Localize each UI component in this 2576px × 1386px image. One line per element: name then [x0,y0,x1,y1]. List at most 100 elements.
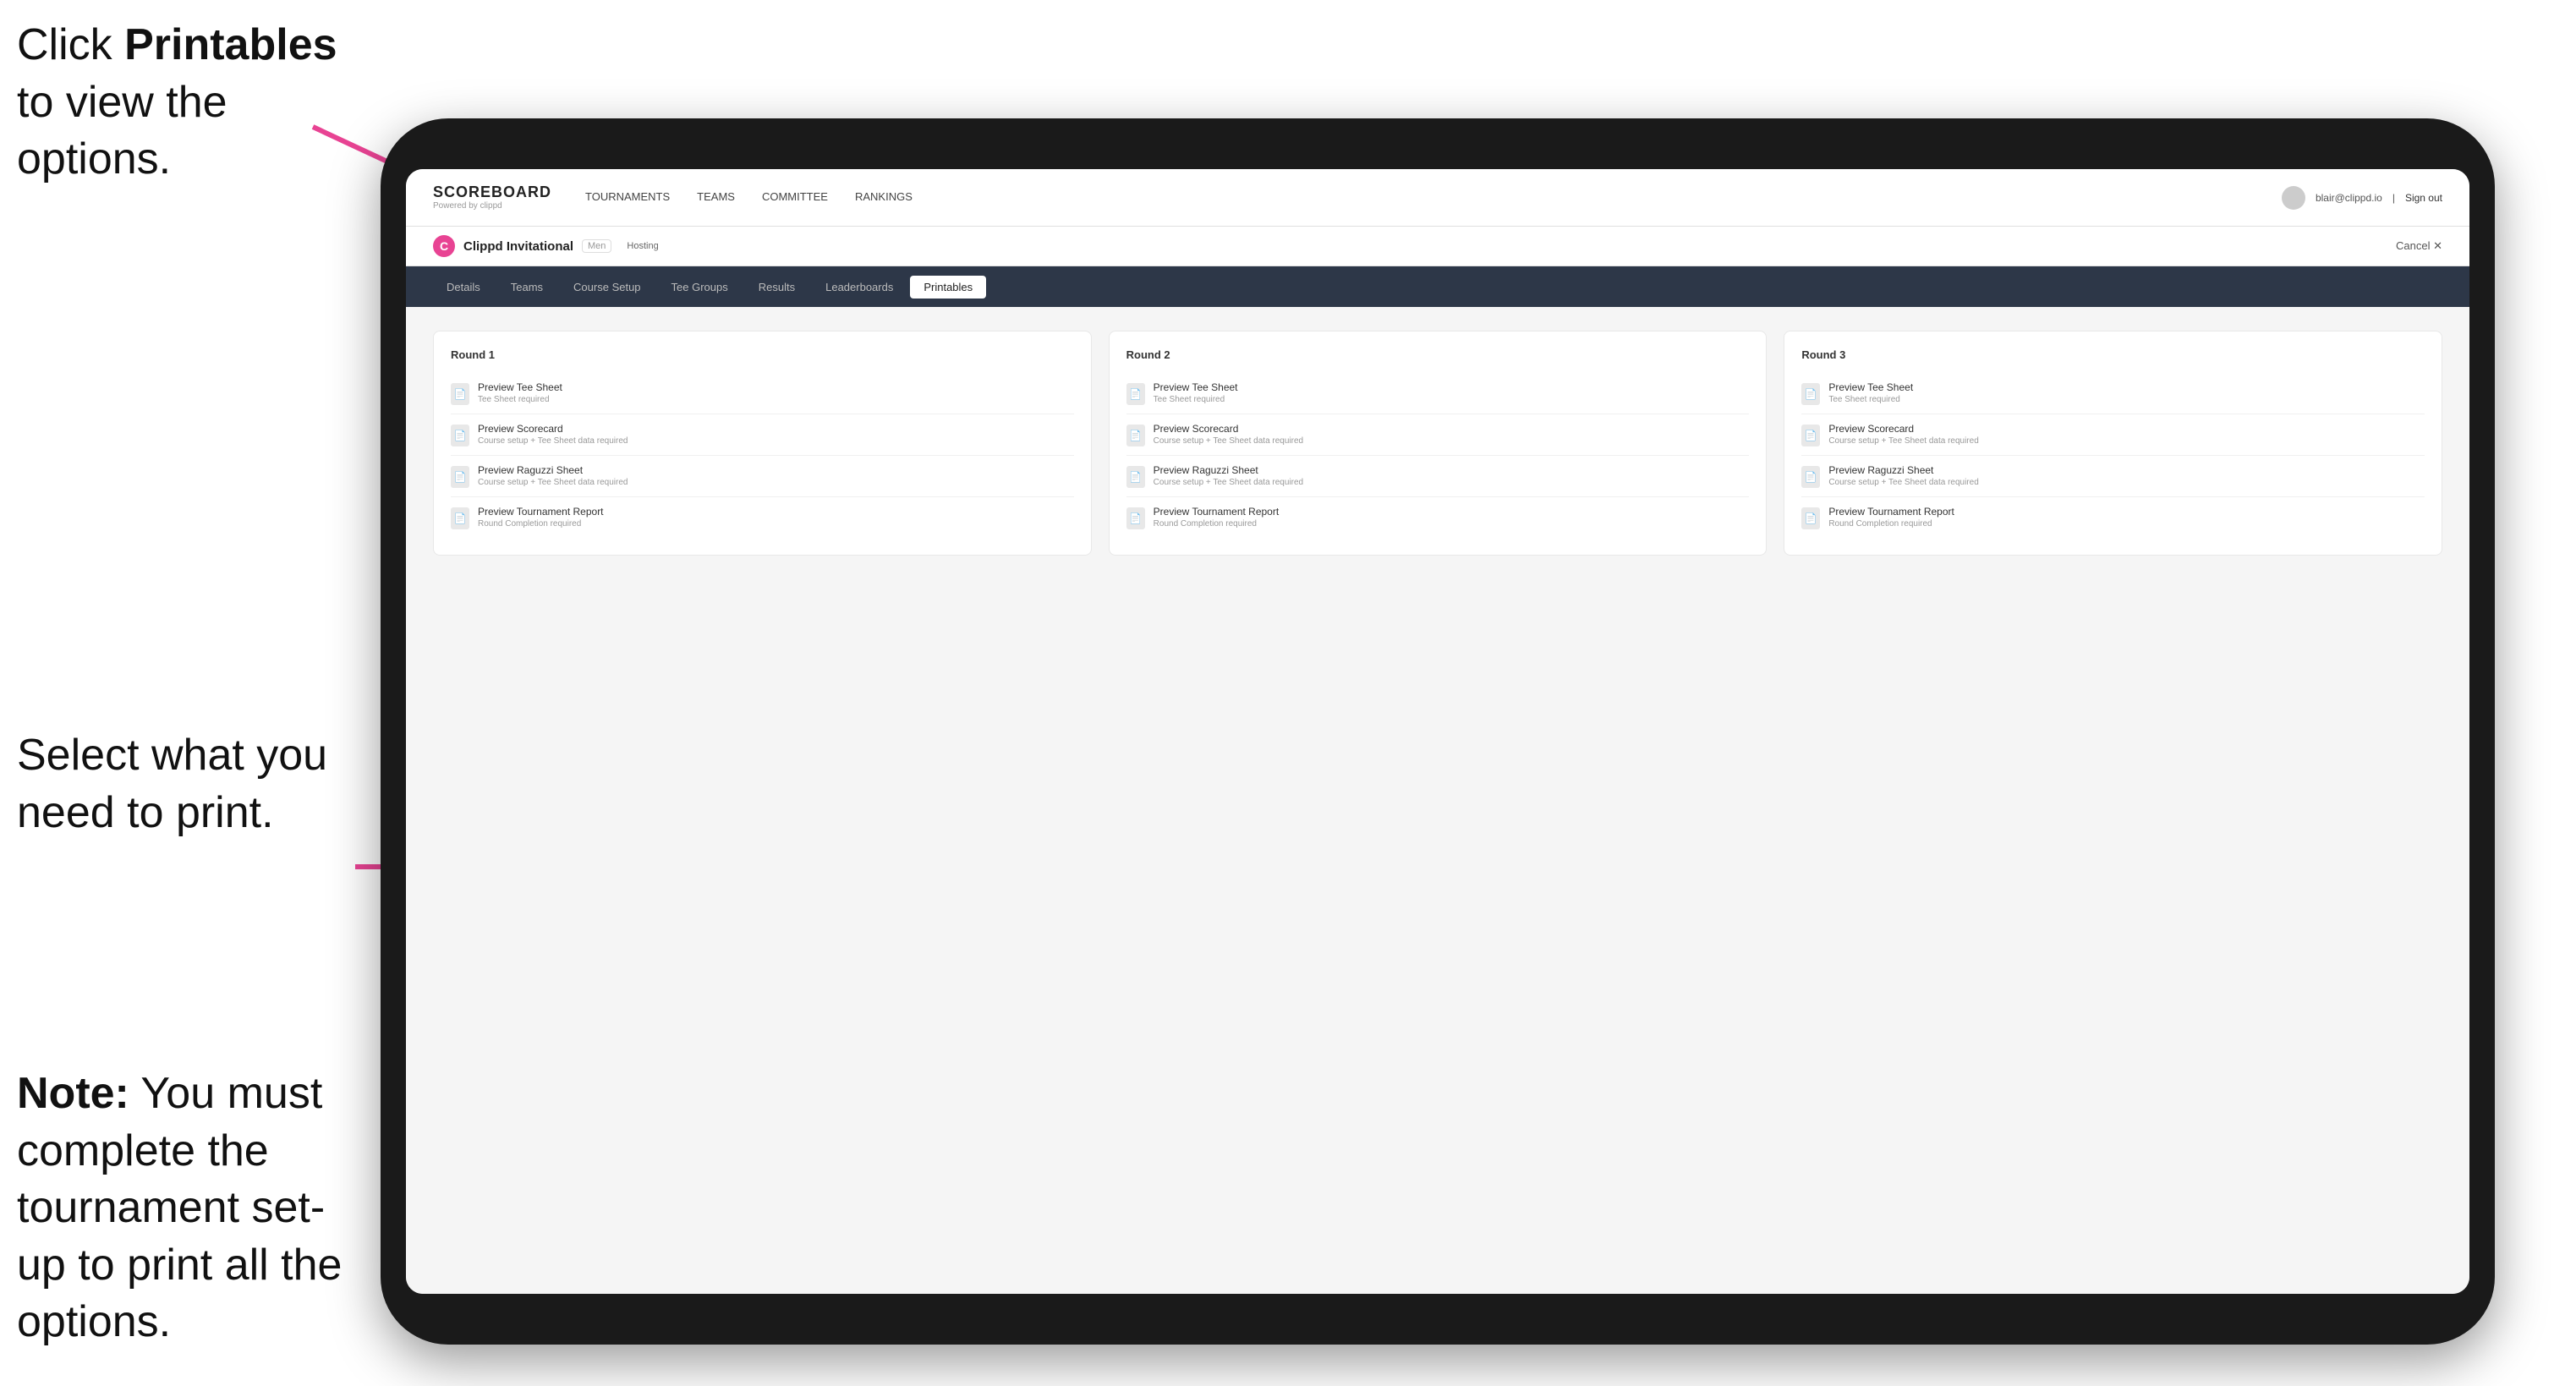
round-1-scorecard-text: Preview Scorecard Course setup + Tee She… [478,423,628,446]
round-2-report-subtitle: Round Completion required [1154,519,1280,529]
tee-sheet-icon-3: 📄 [1801,383,1820,405]
round-1-tee-sheet-subtitle: Tee Sheet required [478,395,562,404]
round-3-tee-sheet-text: Preview Tee Sheet Tee Sheet required [1828,381,1913,404]
annotation-bottom: Note: You must complete the tournament s… [17,1066,355,1351]
separator: | [2392,192,2395,204]
tournament-status: Hosting [627,241,658,251]
report-icon-3: 📄 [1801,507,1820,529]
round-2-scorecard[interactable]: 📄 Preview Scorecard Course setup + Tee S… [1126,414,1750,456]
round-1-scorecard-subtitle: Course setup + Tee Sheet data required [478,436,628,446]
round-2-report[interactable]: 📄 Preview Tournament Report Round Comple… [1126,497,1750,538]
round-2-tee-sheet-text: Preview Tee Sheet Tee Sheet required [1154,381,1238,404]
round-2-raguzzi-text: Preview Raguzzi Sheet Course setup + Tee… [1154,464,1303,487]
round-2-raguzzi-subtitle: Course setup + Tee Sheet data required [1154,478,1303,487]
round-2-title: Round 2 [1126,348,1750,361]
round-3-raguzzi-text: Preview Raguzzi Sheet Course setup + Tee… [1828,464,1978,487]
round-1-tee-sheet-title: Preview Tee Sheet [478,381,562,393]
round-3-title: Round 3 [1801,348,2425,361]
round-3-raguzzi[interactable]: 📄 Preview Raguzzi Sheet Course setup + T… [1801,456,2425,497]
report-icon: 📄 [451,507,469,529]
tab-details[interactable]: Details [433,276,494,299]
round-1-report-subtitle: Round Completion required [478,519,604,529]
tournament-badge: Men [582,239,611,253]
top-nav: SCOREBOARD Powered by clippd TOURNAMENTS… [406,169,2469,227]
top-nav-links: TOURNAMENTS TEAMS COMMITTEE RANKINGS [585,190,913,205]
rounds-grid: Round 1 📄 Preview Tee Sheet Tee Sheet re… [433,331,2442,556]
nav-teams[interactable]: TEAMS [697,190,735,205]
nav-tournaments[interactable]: TOURNAMENTS [585,190,670,205]
round-2-scorecard-title: Preview Scorecard [1154,423,1303,435]
round-1-raguzzi-subtitle: Course setup + Tee Sheet data required [478,478,628,487]
round-1-raguzzi-title: Preview Raguzzi Sheet [478,464,628,476]
round-3-report-text: Preview Tournament Report Round Completi… [1828,506,1954,529]
annotation-middle-line1: Select what you [17,731,327,780]
tournament-header: C Clippd Invitational Men Hosting Cancel… [406,227,2469,266]
top-nav-left: SCOREBOARD Powered by clippd TOURNAMENTS… [433,184,913,211]
sign-out-link[interactable]: Sign out [2405,192,2442,204]
round-3-report[interactable]: 📄 Preview Tournament Report Round Comple… [1801,497,2425,538]
round-3-scorecard-subtitle: Course setup + Tee Sheet data required [1828,436,1978,446]
tab-course-setup[interactable]: Course Setup [560,276,655,299]
tee-sheet-icon-2: 📄 [1126,383,1145,405]
nav-rankings[interactable]: RANKINGS [855,190,913,205]
round-2-section: Round 2 📄 Preview Tee Sheet Tee Sheet re… [1109,331,1768,556]
cancel-button[interactable]: Cancel ✕ [2396,239,2442,253]
scorecard-icon-2: 📄 [1126,425,1145,446]
tab-results[interactable]: Results [745,276,808,299]
round-3-section: Round 3 📄 Preview Tee Sheet Tee Sheet re… [1784,331,2442,556]
tablet-screen: SCOREBOARD Powered by clippd TOURNAMENTS… [406,169,2469,1294]
scorecard-icon-3: 📄 [1801,425,1820,446]
tournament-title-row: C Clippd Invitational Men Hosting [433,235,659,257]
tournament-name: Clippd Invitational [463,239,573,254]
round-2-report-text: Preview Tournament Report Round Completi… [1154,506,1280,529]
round-1-raguzzi[interactable]: 📄 Preview Raguzzi Sheet Course setup + T… [451,456,1074,497]
round-2-tee-sheet[interactable]: 📄 Preview Tee Sheet Tee Sheet required [1126,373,1750,414]
round-2-scorecard-subtitle: Course setup + Tee Sheet data required [1154,436,1303,446]
round-3-tee-sheet-title: Preview Tee Sheet [1828,381,1913,393]
round-3-tee-sheet-subtitle: Tee Sheet required [1828,395,1913,404]
round-2-raguzzi-title: Preview Raguzzi Sheet [1154,464,1303,476]
tournament-logo: C [433,235,455,257]
round-1-report-text: Preview Tournament Report Round Completi… [478,506,604,529]
round-3-report-title: Preview Tournament Report [1828,506,1954,518]
sub-nav: Details Teams Course Setup Tee Groups Re… [406,266,2469,307]
round-1-report-title: Preview Tournament Report [478,506,604,518]
round-1-section: Round 1 📄 Preview Tee Sheet Tee Sheet re… [433,331,1092,556]
main-content: Round 1 📄 Preview Tee Sheet Tee Sheet re… [406,307,2469,1294]
round-3-scorecard-title: Preview Scorecard [1828,423,1978,435]
tab-printables[interactable]: Printables [910,276,986,299]
user-email: blair@clippd.io [2316,192,2382,204]
round-3-raguzzi-title: Preview Raguzzi Sheet [1828,464,1978,476]
tab-teams[interactable]: Teams [497,276,556,299]
round-3-report-subtitle: Round Completion required [1828,519,1954,529]
round-1-scorecard[interactable]: 📄 Preview Scorecard Course setup + Tee S… [451,414,1074,456]
round-2-tee-sheet-subtitle: Tee Sheet required [1154,395,1238,404]
round-3-tee-sheet[interactable]: 📄 Preview Tee Sheet Tee Sheet required [1801,373,2425,414]
report-icon-2: 📄 [1126,507,1145,529]
round-3-scorecard[interactable]: 📄 Preview Scorecard Course setup + Tee S… [1801,414,2425,456]
round-2-raguzzi[interactable]: 📄 Preview Raguzzi Sheet Course setup + T… [1126,456,1750,497]
scorecard-icon: 📄 [451,425,469,446]
tab-leaderboards[interactable]: Leaderboards [812,276,907,299]
brand-title: SCOREBOARD [433,184,551,201]
round-1-scorecard-title: Preview Scorecard [478,423,628,435]
top-nav-right: blair@clippd.io | Sign out [2282,186,2442,210]
round-1-tee-sheet[interactable]: 📄 Preview Tee Sheet Tee Sheet required [451,373,1074,414]
round-3-raguzzi-subtitle: Course setup + Tee Sheet data required [1828,478,1978,487]
raguzzi-icon-3: 📄 [1801,466,1820,488]
round-2-report-title: Preview Tournament Report [1154,506,1280,518]
round-1-report[interactable]: 📄 Preview Tournament Report Round Comple… [451,497,1074,538]
printables-bold: Printables [124,20,337,69]
round-2-tee-sheet-title: Preview Tee Sheet [1154,381,1238,393]
round-1-title: Round 1 [451,348,1074,361]
annotation-middle-line2: need to print. [17,788,274,837]
note-bold: Note: [17,1069,129,1118]
tab-tee-groups[interactable]: Tee Groups [658,276,742,299]
round-1-raguzzi-text: Preview Raguzzi Sheet Course setup + Tee… [478,464,628,487]
scoreboard-brand: SCOREBOARD Powered by clippd [433,184,551,211]
tee-sheet-icon: 📄 [451,383,469,405]
round-3-scorecard-text: Preview Scorecard Course setup + Tee She… [1828,423,1978,446]
nav-committee[interactable]: COMMITTEE [762,190,828,205]
annotation-middle: Select what you need to print. [17,727,338,841]
brand-sub: Powered by clippd [433,201,551,211]
